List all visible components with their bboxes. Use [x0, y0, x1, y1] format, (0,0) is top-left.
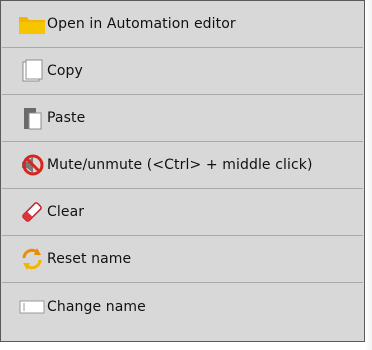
menu-item-paste[interactable]: Paste — [2, 95, 363, 142]
eraser-icon — [18, 199, 46, 225]
menu-item-label: Open in Automation editor — [47, 16, 236, 32]
copy-icon — [18, 58, 46, 84]
menu-item-change-name[interactable]: Change name — [2, 283, 363, 330]
window-shadow — [365, 0, 372, 350]
menu-item-label: Mute/unmute (<Ctrl> + middle click) — [47, 157, 313, 173]
menu-item-copy[interactable]: Copy — [2, 48, 363, 95]
menu-item-clear[interactable]: Clear — [2, 189, 363, 236]
context-menu: Open in Automation editor Copy Paste Mut… — [0, 0, 365, 342]
reset-icon — [18, 246, 46, 272]
menu-item-label: Paste — [47, 110, 86, 126]
paste-icon — [18, 105, 46, 131]
mute-icon — [18, 152, 46, 178]
menu-item-reset-name[interactable]: Reset name — [2, 236, 363, 283]
menu-item-label: Change name — [47, 298, 146, 315]
menu-item-label: Reset name — [47, 251, 132, 267]
menu-item-mute-unmute[interactable]: Mute/unmute (<Ctrl> + middle click) — [2, 142, 363, 189]
menu-item-label: Copy — [47, 63, 83, 79]
rename-icon — [18, 294, 46, 320]
folder-icon — [18, 11, 46, 37]
menu-item-label: Clear — [47, 204, 85, 220]
menu-item-open-automation-editor[interactable]: Open in Automation editor — [2, 1, 363, 48]
